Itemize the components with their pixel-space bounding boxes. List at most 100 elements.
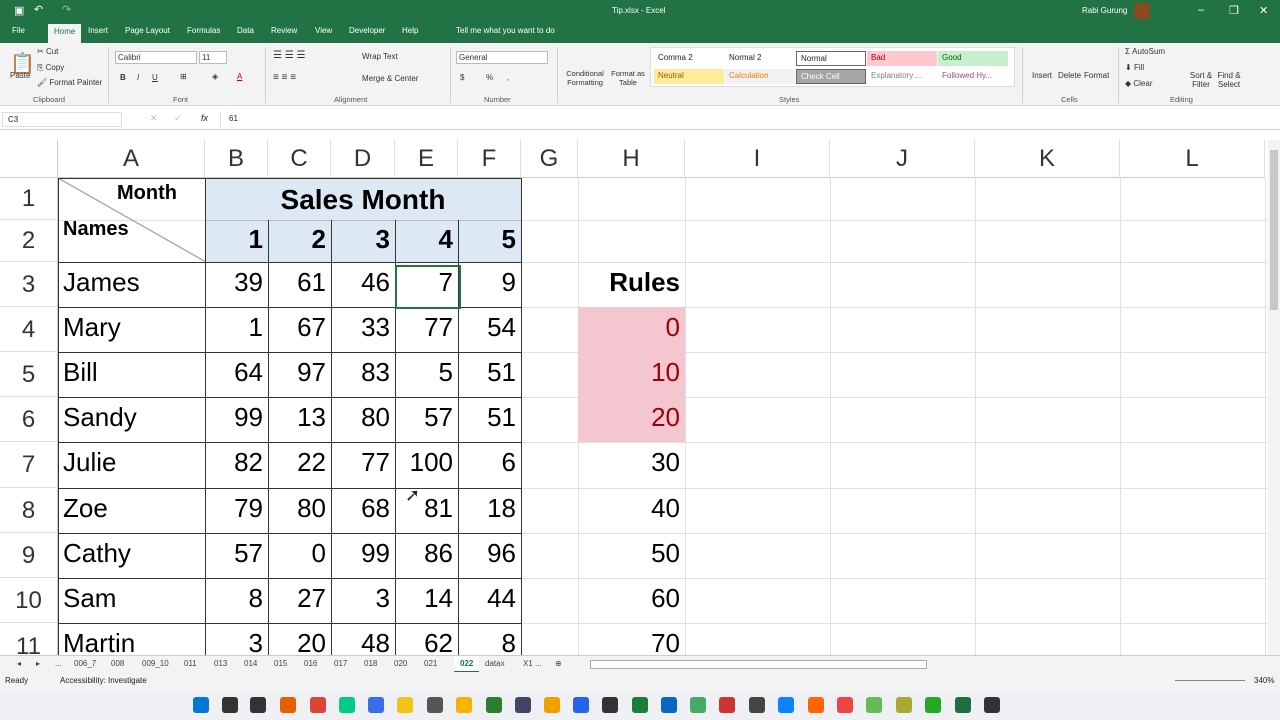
copy-button[interactable]: ⎘ Copy — [37, 63, 64, 73]
row-header-1[interactable]: 1 — [0, 178, 58, 220]
sheet-tab-016[interactable]: 016 — [304, 659, 317, 668]
app-taskbar-icon[interactable] — [632, 697, 648, 713]
column-header-A[interactable]: A — [58, 140, 205, 178]
scroll-left-icon[interactable]: ◂ — [17, 659, 21, 668]
conditional-formatting-button[interactable]: Conditional Formatting — [563, 69, 607, 87]
row-header-3[interactable]: 3 — [0, 262, 58, 307]
rule-value-cell[interactable]: 60 — [578, 578, 685, 623]
app-taskbar-icon[interactable] — [749, 697, 765, 713]
rule-value-cell[interactable]: 70 — [578, 623, 685, 655]
add-sheet-icon[interactable]: ⊕ — [555, 659, 562, 668]
comma-button[interactable]: , — [507, 73, 509, 82]
cut-button[interactable]: ✂ Cut — [37, 47, 58, 56]
cell-style-normal-2[interactable]: Normal 2 — [725, 51, 795, 66]
name-cell[interactable]: Martin — [58, 628, 140, 655]
value-cell[interactable]: 67 — [268, 312, 331, 343]
value-cell[interactable]: 1 — [205, 312, 268, 343]
row-header-8[interactable]: 8 — [0, 488, 58, 533]
row-header-10[interactable]: 10 — [0, 578, 58, 623]
value-cell[interactable]: 8 — [458, 628, 521, 655]
wrap-text-button[interactable]: Wrap Text — [362, 52, 398, 61]
app-taskbar-icon[interactable] — [602, 697, 618, 713]
cell-style-comma-2[interactable]: Comma 2 — [654, 51, 724, 66]
column-header-F[interactable]: F — [458, 140, 521, 178]
number-format-select[interactable]: General — [456, 51, 548, 64]
rule-value-cell[interactable]: 40 — [578, 488, 685, 533]
name-cell[interactable]: Zoe — [58, 493, 113, 524]
month-header-5[interactable]: 5 — [458, 224, 521, 255]
value-cell[interactable]: 80 — [331, 402, 395, 433]
clear-button[interactable]: ◆ Clear — [1125, 79, 1153, 88]
app-taskbar-icon[interactable] — [719, 697, 735, 713]
sheet-tab-X1[interactable]: X1 ... — [523, 659, 542, 668]
currency-button[interactable]: $ — [460, 73, 464, 82]
search-taskbar-icon[interactable] — [222, 697, 238, 713]
cell-style-followed-hy-[interactable]: Followed Hy... — [938, 69, 1008, 84]
row-header-7[interactable]: 7 — [0, 442, 58, 488]
scroll-right-icon[interactable]: ▸ — [36, 659, 40, 668]
value-cell[interactable]: 33 — [331, 312, 395, 343]
tab-insert[interactable]: Insert — [88, 26, 108, 35]
start-taskbar-icon[interactable] — [193, 697, 209, 713]
name-cell[interactable]: Bill — [58, 357, 103, 388]
column-header-K[interactable]: K — [975, 140, 1120, 178]
value-cell[interactable]: 64 — [205, 357, 268, 388]
month-header-4[interactable]: 4 — [395, 224, 458, 255]
value-cell[interactable]: 44 — [458, 583, 521, 614]
app-taskbar-icon[interactable] — [486, 697, 502, 713]
value-cell[interactable]: 14 — [395, 583, 458, 614]
sort-filter-button[interactable]: Sort & Filter — [1186, 71, 1216, 89]
restore-icon[interactable]: ❐ — [1229, 4, 1239, 17]
name-box[interactable]: C3 — [2, 112, 122, 127]
value-cell[interactable]: 3 — [331, 583, 395, 614]
format-painter-button[interactable]: 🖌 Format Painter — [37, 78, 102, 87]
tab-developer[interactable]: Developer — [349, 26, 385, 35]
value-cell[interactable]: 18 — [458, 493, 521, 524]
vscode-taskbar-icon[interactable] — [573, 697, 589, 713]
value-cell[interactable]: 51 — [458, 402, 521, 433]
enter-icon[interactable]: ✓ — [174, 113, 182, 124]
cell-style-explanatory-[interactable]: Explanatory ... — [867, 69, 937, 84]
value-cell[interactable]: 9 — [458, 267, 521, 298]
calendar-taskbar-icon[interactable] — [368, 697, 384, 713]
rules-header[interactable]: Rules — [578, 267, 685, 298]
value-cell[interactable]: 79 — [205, 493, 268, 524]
cell-style-neutral[interactable]: Neutral — [654, 69, 724, 84]
tab-help[interactable]: Help — [402, 26, 418, 35]
value-cell[interactable]: 96 — [458, 538, 521, 569]
cell-style-good[interactable]: Good — [938, 51, 1008, 66]
name-cell[interactable]: Sandy — [58, 402, 142, 433]
row-header-5[interactable]: 5 — [0, 352, 58, 397]
row-header-9[interactable]: 9 — [0, 533, 58, 578]
chrome-taskbar-icon[interactable] — [310, 697, 326, 713]
tab-formulas[interactable]: Formulas — [187, 26, 220, 35]
accessibility-status[interactable]: Accessibility: Investigate — [60, 676, 147, 685]
month-header-1[interactable]: 1 — [205, 224, 268, 255]
undo-icon[interactable]: ↶ — [34, 3, 43, 16]
cell-style-bad[interactable]: Bad — [867, 51, 937, 66]
app-taskbar-icon[interactable] — [808, 697, 824, 713]
calculator-taskbar-icon[interactable] — [427, 697, 443, 713]
rule-value-cell[interactable]: 0 — [578, 307, 685, 352]
value-cell[interactable]: 99 — [331, 538, 395, 569]
column-header-G[interactable]: G — [521, 140, 578, 178]
sheet-tab-006_7[interactable]: 006_7 — [74, 659, 96, 668]
app-taskbar-icon[interactable] — [837, 697, 853, 713]
tab-file[interactable]: File — [12, 26, 25, 35]
value-cell[interactable]: 51 — [458, 357, 521, 388]
value-cell[interactable]: 62 — [395, 628, 458, 655]
app-taskbar-icon[interactable] — [866, 697, 882, 713]
month-header-2[interactable]: 2 — [268, 224, 331, 255]
value-cell[interactable]: 86 — [395, 538, 458, 569]
user-name[interactable]: Rabi Gurung — [1082, 6, 1127, 15]
value-cell[interactable]: 99 — [205, 402, 268, 433]
tab-page-layout[interactable]: Page Layout — [125, 26, 170, 35]
format-as-table-button[interactable]: Format as Table — [610, 69, 646, 87]
month-header-3[interactable]: 3 — [331, 224, 395, 255]
sheet-tab-008[interactable]: 008 — [111, 659, 124, 668]
sheet-tab-014[interactable]: 014 — [244, 659, 257, 668]
value-cell[interactable]: 57 — [205, 538, 268, 569]
name-cell[interactable]: Cathy — [58, 538, 136, 569]
font-color-icon[interactable]: A — [237, 72, 242, 81]
tab-view[interactable]: View — [315, 26, 332, 35]
